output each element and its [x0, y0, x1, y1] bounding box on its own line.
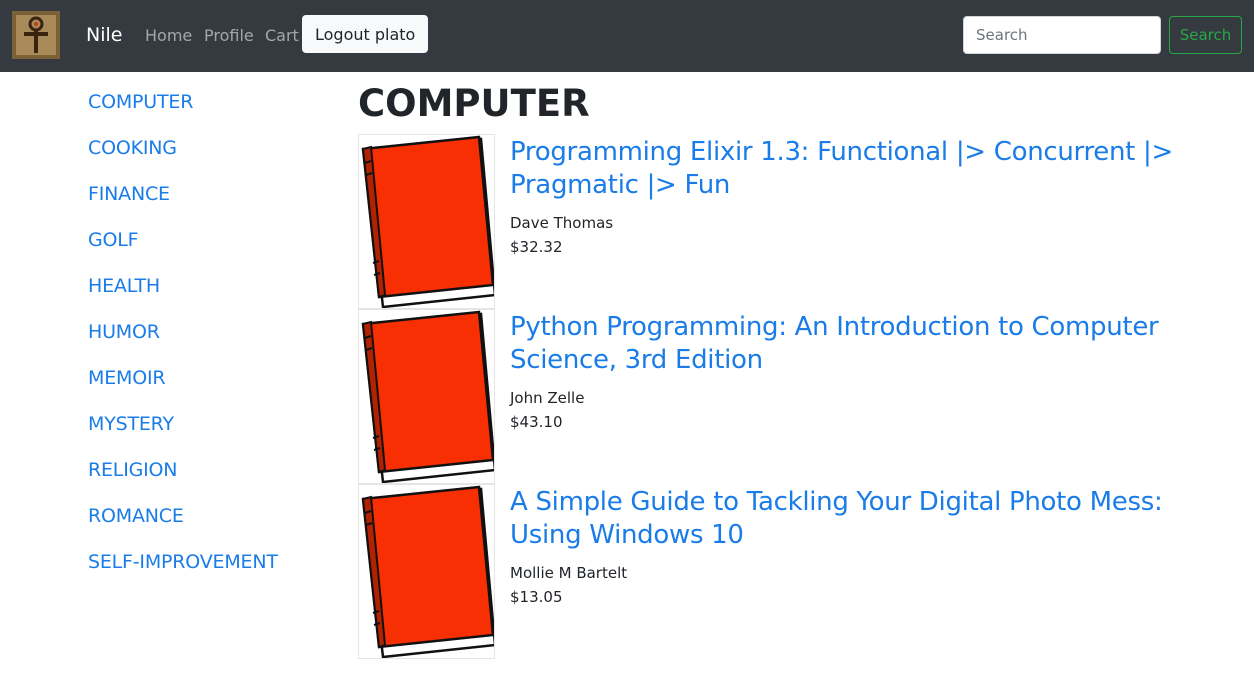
category-link-mystery[interactable]: MYSTERY [88, 412, 318, 458]
page-title: COMPUTER [358, 82, 590, 125]
category-link-religion[interactable]: RELIGION [88, 458, 318, 504]
nav-link-cart[interactable]: Cart [265, 26, 299, 45]
book-price: $43.10 [510, 413, 563, 431]
category-link-memoir[interactable]: MEMOIR [88, 366, 318, 412]
logout-button[interactable]: Logout plato [302, 15, 429, 53]
nav-link-home[interactable]: Home [145, 26, 192, 45]
category-link-romance[interactable]: ROMANCE [88, 504, 318, 550]
top-navbar: Nile Home Profile Cart Logout plato Sear… [0, 0, 1254, 72]
book-title-link[interactable]: Python Programming: An Introduction to C… [510, 311, 1210, 377]
category-link-self-improvement[interactable]: SELF-IMPROVEMENT [88, 550, 318, 596]
book-author: Dave Thomas [510, 214, 614, 232]
book-author: John Zelle [510, 389, 585, 407]
red-book-icon[interactable] [358, 309, 495, 484]
category-link-finance[interactable]: FINANCE [88, 182, 318, 228]
brand-link[interactable]: Nile [86, 24, 122, 46]
book-list-main: COMPUTER Programming Elixir 1.3: Functio… [358, 80, 1218, 659]
book-price: $13.05 [510, 588, 563, 606]
category-link-golf[interactable]: GOLF [88, 228, 318, 274]
category-link-health[interactable]: HEALTH [88, 274, 318, 320]
category-link-cooking[interactable]: COOKING [88, 136, 318, 182]
red-book-icon[interactable] [358, 134, 495, 309]
book-item: A Simple Guide to Tackling Your Digital … [358, 484, 1218, 659]
book-item: Python Programming: An Introduction to C… [358, 309, 1218, 484]
book-price: $32.32 [510, 238, 563, 256]
nav-link-profile[interactable]: Profile [204, 26, 254, 45]
category-link-computer[interactable]: COMPUTER [88, 90, 318, 136]
ankh-figure-logo[interactable] [12, 11, 60, 59]
search-button[interactable]: Search [1169, 16, 1242, 54]
book-author: Mollie M Bartelt [510, 564, 628, 582]
book-title-link[interactable]: Programming Elixir 1.3: Functional |> Co… [510, 136, 1210, 202]
book-item: Programming Elixir 1.3: Functional |> Co… [358, 134, 1218, 309]
book-title-link[interactable]: A Simple Guide to Tackling Your Digital … [510, 486, 1210, 552]
search-input[interactable] [963, 16, 1161, 54]
category-sidebar: COMPUTER COOKING FINANCE GOLF HEALTH HUM… [88, 90, 318, 596]
category-link-humor[interactable]: HUMOR [88, 320, 318, 366]
red-book-icon[interactable] [358, 484, 495, 659]
